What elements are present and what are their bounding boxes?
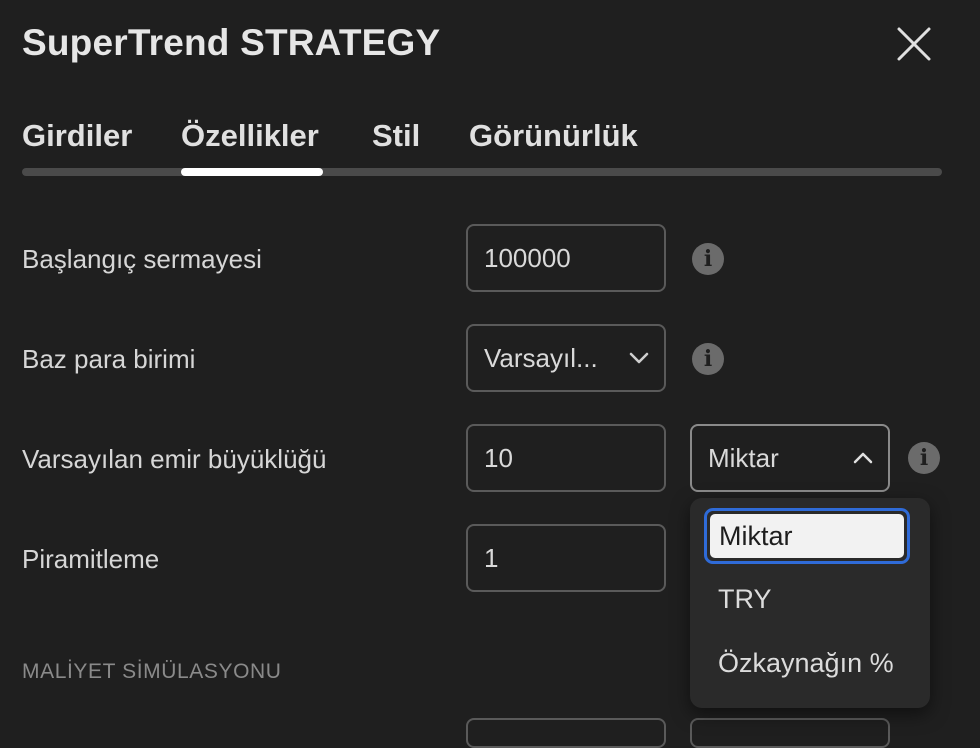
pyramiding-input[interactable]: 1 (466, 524, 666, 592)
partial-input[interactable] (466, 718, 666, 748)
info-icon[interactable]: i (692, 243, 724, 275)
info-icon[interactable]: i (908, 442, 940, 474)
tab-girdiler[interactable]: Girdiler (22, 118, 132, 154)
section-heading-cost-simulation: MALİYET SİMÜLASYONU (22, 660, 282, 683)
base-currency-label: Baz para birimi (22, 344, 196, 374)
close-button[interactable] (896, 26, 932, 62)
pyramiding-value: 1 (484, 542, 499, 573)
tab-bar: Girdiler Özellikler Stil Görünürlük (22, 118, 942, 158)
unit-dropdown-menu: Miktar TRY Özkaynağın % (690, 498, 930, 708)
tab-track (22, 168, 942, 176)
order-size-value: 10 (484, 442, 513, 473)
close-icon (897, 27, 931, 61)
order-size-unit-select[interactable]: Miktar (690, 424, 890, 492)
dropdown-option-equity-percent[interactable]: Özkaynağın % (718, 648, 894, 679)
pyramiding-label: Piramitleme (22, 544, 160, 574)
tab-active-indicator (181, 168, 323, 176)
initial-capital-label: Başlangıç sermayesi (22, 244, 262, 274)
info-icon[interactable]: i (692, 343, 724, 375)
order-size-input[interactable]: 10 (466, 424, 666, 492)
dropdown-option-label: Miktar (710, 514, 904, 558)
base-currency-select[interactable]: Varsayıl... (466, 324, 666, 392)
initial-capital-value: 100000 (484, 242, 571, 273)
initial-capital-input[interactable]: 100000 (466, 224, 666, 292)
tab-stil[interactable]: Stil (372, 118, 420, 154)
chevron-down-icon (629, 352, 649, 364)
dialog-title: SuperTrend STRATEGY (22, 22, 441, 63)
dropdown-option-miktar[interactable]: Miktar (704, 508, 910, 564)
chevron-up-icon (853, 452, 873, 464)
partial-select[interactable] (690, 718, 890, 748)
order-size-label: Varsayılan emir büyüklüğü (22, 444, 327, 474)
dropdown-option-try[interactable]: TRY (718, 584, 772, 615)
tab-gorunurluk[interactable]: Görünürlük (469, 118, 638, 154)
tab-ozellikler[interactable]: Özellikler (181, 118, 319, 154)
